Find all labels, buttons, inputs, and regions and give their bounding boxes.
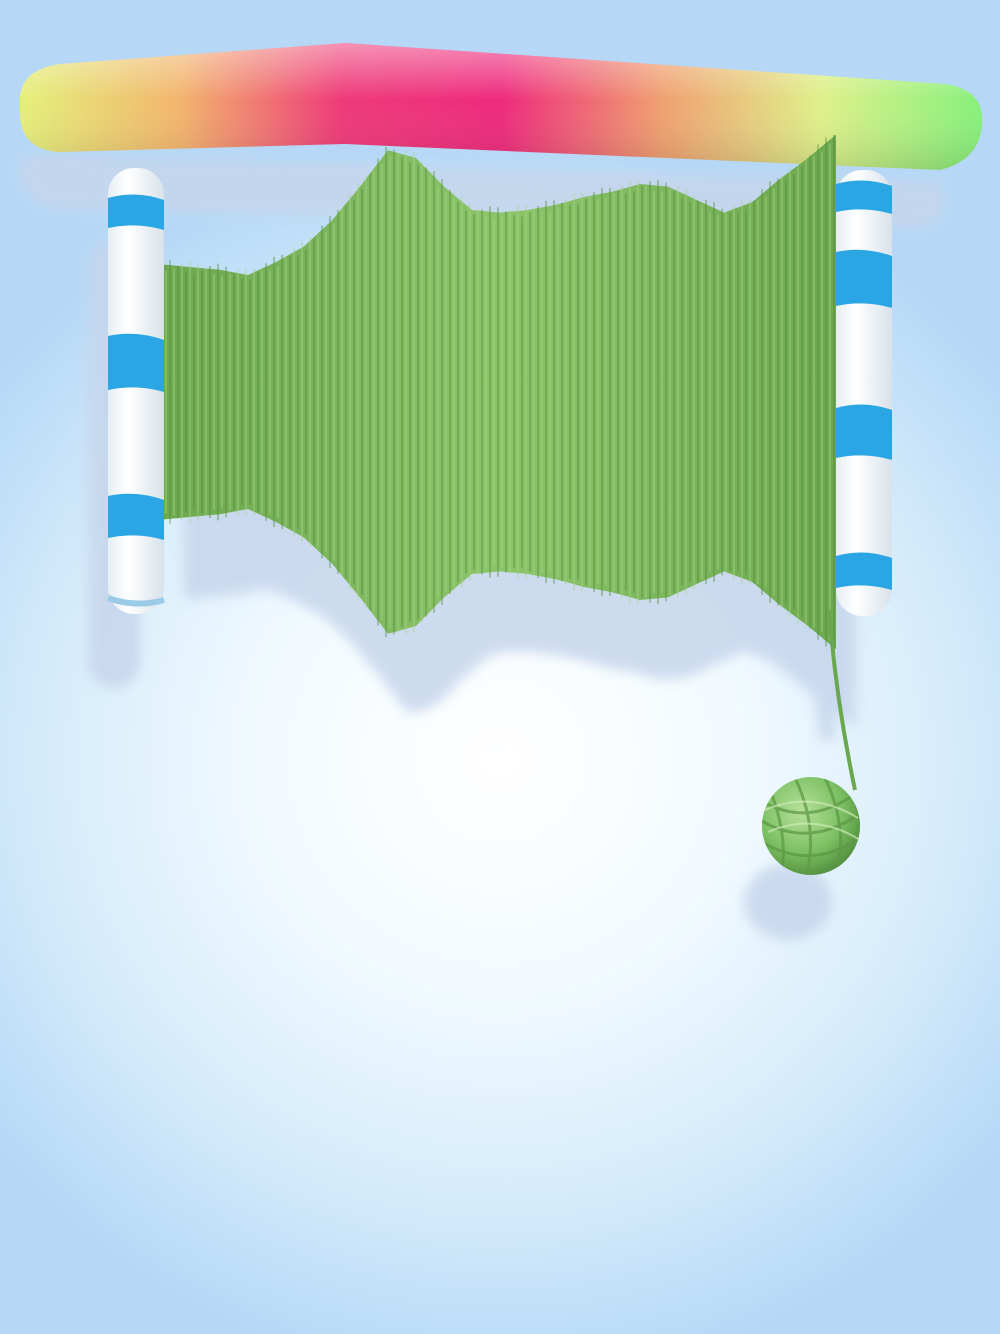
game-scene [0,0,1000,1334]
color-gradient-bar [20,43,983,170]
spool-left-post [106,168,165,614]
game-canvas[interactable] [0,0,1000,1334]
yarn-ball[interactable] [760,777,862,880]
spool-right-post [836,170,892,616]
